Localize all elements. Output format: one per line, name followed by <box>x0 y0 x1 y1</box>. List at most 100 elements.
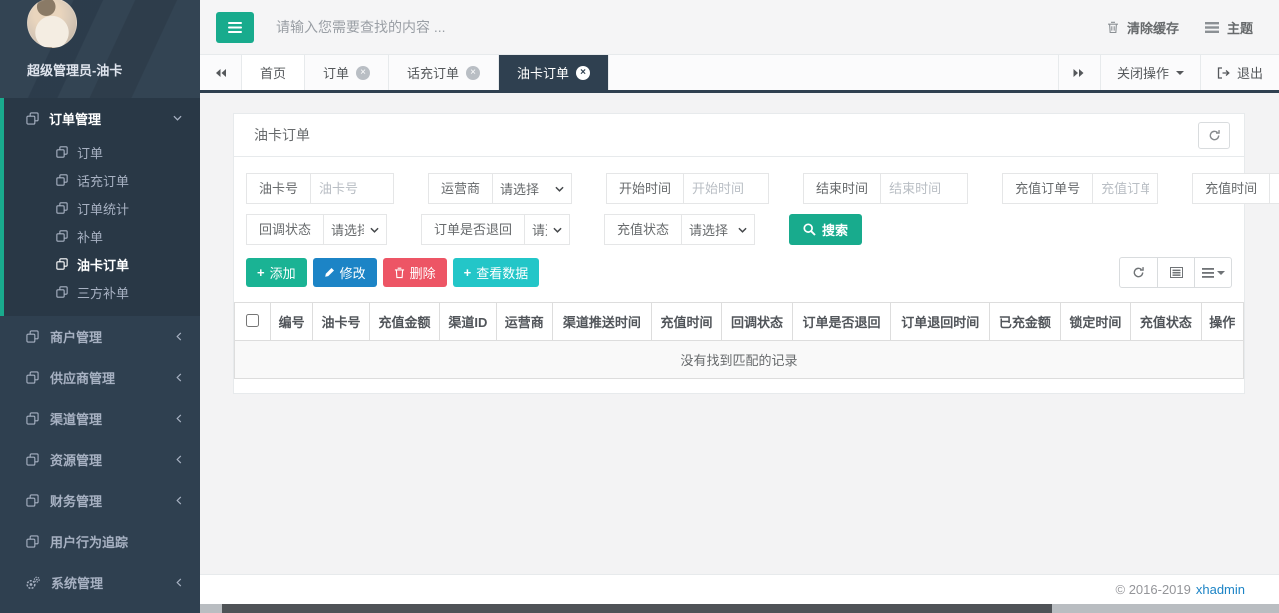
tab-orders[interactable]: 订单 × <box>305 55 389 90</box>
scrollbar-thumb[interactable] <box>222 604 1052 613</box>
sidebar-item-order-management[interactable]: 订单管理 <box>4 98 200 138</box>
column-header: 操作 <box>1201 303 1243 341</box>
recharge-status-select[interactable]: 请选择 <box>681 214 755 245</box>
table-toolbar <box>1119 257 1232 288</box>
clear-cache-label: 清除缓存 <box>1127 18 1179 37</box>
delete-button[interactable]: 删除 <box>383 258 447 287</box>
gears-icon <box>26 576 40 590</box>
search-input[interactable] <box>276 19 696 35</box>
sidebar-item-user-behavior-tracking[interactable]: 用户行为追踪 <box>0 521 200 562</box>
filter-label: 订单是否退回 <box>421 214 525 245</box>
columns-dropdown-button[interactable] <box>1194 258 1231 287</box>
column-header: 运营商 <box>496 303 552 341</box>
chevron-left-icon <box>176 332 182 341</box>
edit-button[interactable]: 修改 <box>313 258 377 287</box>
hamburger-menu-button[interactable] <box>216 12 254 43</box>
sidebar-item-order-statistics[interactable]: 订单统计 <box>4 194 200 222</box>
chevron-left-icon <box>176 373 182 382</box>
column-header: 回调状态 <box>722 303 793 341</box>
topbar-right: 清除缓存 主题 <box>1107 18 1253 37</box>
sidebar-item-oilcard-orders[interactable]: 油卡订单 <box>4 250 200 278</box>
column-header: 油卡号 <box>313 303 369 341</box>
filter-label: 充值时间 <box>1192 173 1270 204</box>
tab-bar: 首页 订单 × 话充订单 × 油卡订单 × 关闭操作 <box>200 55 1279 93</box>
sidebar-item-finance-management[interactable]: 财务管理 <box>0 480 200 521</box>
horizontal-scrollbar[interactable] <box>200 604 1279 613</box>
copy-icon <box>56 174 68 186</box>
filter-row-2: 回调状态 请选择 订单是否退回 请选择 充值 <box>246 214 1232 245</box>
search-button[interactable]: 搜索 <box>789 214 862 245</box>
orders-table-container: 编号 油卡号 充值金额 渠道ID 运营商 渠道推送时间 充值时间 回调状态 订单… <box>234 302 1244 379</box>
sidebar-item-thirdparty-supplement[interactable]: 三方补单 <box>4 278 200 306</box>
main-area: 清除缓存 主题 首页 订单 × 话充订单 × 油卡订单 × <box>200 0 1279 613</box>
sidebar-item-label: 订单管理 <box>49 109 101 128</box>
recharge-time-input[interactable] <box>1269 173 1279 204</box>
theme-label: 主题 <box>1227 18 1253 37</box>
card-view-icon <box>1170 267 1183 278</box>
column-header: 充值金额 <box>369 303 440 341</box>
copy-icon <box>56 146 68 158</box>
toggle-view-button[interactable] <box>1157 258 1194 287</box>
add-button-label: 添加 <box>270 263 296 282</box>
chevron-left-icon <box>176 414 182 423</box>
sidebar-item-supplier-management[interactable]: 供应商管理 <box>0 357 200 398</box>
content-area: 油卡订单 油卡号 运营商 请选择 <box>200 93 1279 574</box>
close-operations-dropdown[interactable]: 关闭操作 <box>1100 55 1200 90</box>
copy-icon <box>26 371 39 384</box>
sidebar-item-supplement-orders[interactable]: 补单 <box>4 222 200 250</box>
add-button[interactable]: + 添加 <box>246 258 307 287</box>
sidebar-item-orders[interactable]: 订单 <box>4 138 200 166</box>
sidebar-item-merchant-management[interactable]: 商户管理 <box>0 316 200 357</box>
start-time-input[interactable] <box>683 173 769 204</box>
tab-label: 话充订单 <box>407 63 459 82</box>
table-refresh-button[interactable] <box>1120 258 1157 287</box>
close-icon[interactable]: × <box>576 66 590 80</box>
sidebar-item-resource-management[interactable]: 资源管理 <box>0 439 200 480</box>
end-time-input[interactable] <box>880 173 968 204</box>
filter-label: 油卡号 <box>246 173 311 204</box>
column-header: 订单退回时间 <box>891 303 990 341</box>
panel-refresh-button[interactable] <box>1198 122 1230 149</box>
panel-body: 油卡号 运营商 请选择 开始时间 <box>234 157 1244 393</box>
order-returned-select[interactable]: 请选择 <box>524 214 570 245</box>
tabs-scroll-right-button[interactable] <box>1058 55 1100 90</box>
tab-phone-recharge-orders[interactable]: 话充订单 × <box>389 55 499 90</box>
copy-icon <box>56 202 68 214</box>
close-operations-label: 关闭操作 <box>1117 63 1169 82</box>
column-header: 订单是否退回 <box>792 303 891 341</box>
table-empty-row: 没有找到匹配的记录 <box>235 341 1244 379</box>
refresh-icon <box>1208 129 1221 142</box>
panel-header: 油卡订单 <box>234 114 1244 157</box>
sidebar-item-phone-recharge-orders[interactable]: 话充订单 <box>4 166 200 194</box>
chevron-left-icon <box>176 455 182 464</box>
callback-status-select[interactable]: 请选择 <box>323 214 387 245</box>
tab-home[interactable]: 首页 <box>242 55 305 90</box>
plus-icon: + <box>464 265 472 280</box>
column-header: 充值时间 <box>651 303 722 341</box>
copy-icon <box>26 112 39 125</box>
close-icon[interactable]: × <box>356 66 370 80</box>
close-icon[interactable]: × <box>466 66 480 80</box>
brand-link[interactable]: xhadmin <box>1196 582 1245 597</box>
clear-cache-button[interactable]: 清除缓存 <box>1107 18 1179 37</box>
list-icon <box>1202 268 1214 278</box>
tabs-scroll-left-button[interactable] <box>200 55 242 90</box>
trash-icon <box>394 267 405 279</box>
sign-out-icon <box>1217 67 1230 79</box>
oilcard-number-input[interactable] <box>310 173 394 204</box>
sidebar-item-system-management[interactable]: 系统管理 <box>0 562 200 603</box>
filter-label: 充值订单号 <box>1002 173 1093 204</box>
exit-button[interactable]: 退出 <box>1200 55 1279 90</box>
recharge-order-number-input[interactable] <box>1092 173 1158 204</box>
filter-oilcard-number: 油卡号 <box>246 173 394 204</box>
theme-button[interactable]: 主题 <box>1205 18 1253 37</box>
view-data-button[interactable]: + 查看数据 <box>453 258 540 287</box>
avatar[interactable] <box>27 0 77 48</box>
footer: © 2016-2019 xhadmin <box>200 574 1279 604</box>
edit-button-label: 修改 <box>340 263 366 282</box>
operator-select[interactable]: 请选择 <box>492 173 572 204</box>
tab-label: 订单 <box>323 63 349 82</box>
sidebar-item-channel-management[interactable]: 渠道管理 <box>0 398 200 439</box>
select-all-checkbox[interactable] <box>246 314 259 327</box>
tab-oilcard-orders[interactable]: 油卡订单 × <box>499 55 609 90</box>
